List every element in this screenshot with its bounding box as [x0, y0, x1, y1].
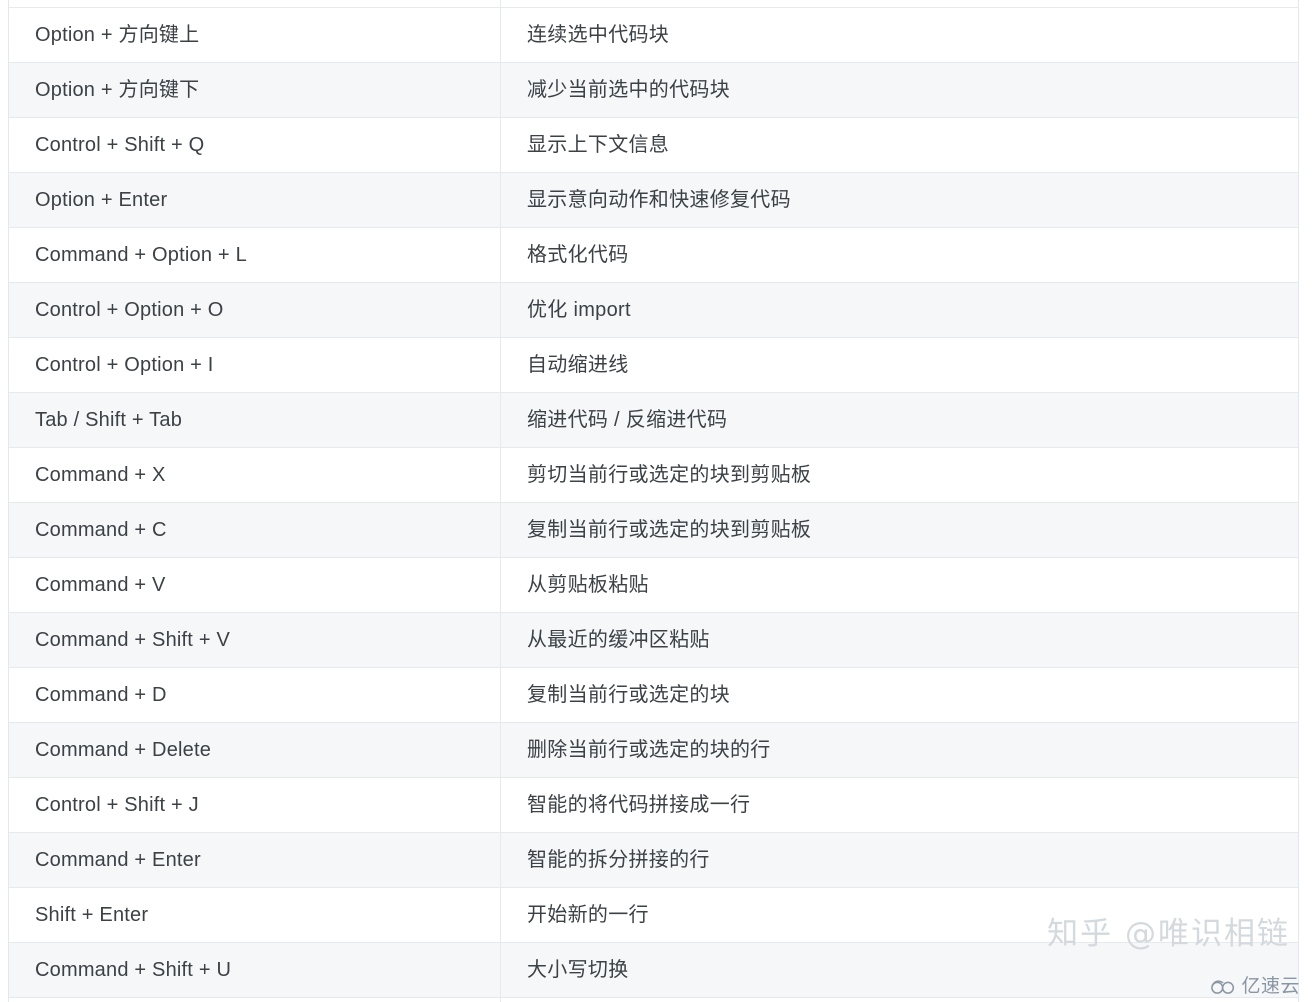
shortcut-desc-cell: 连续选中代码块 — [500, 7, 1299, 63]
shortcut-key-cell: Command + V — [8, 557, 501, 613]
shortcut-key-cell: Command + X — [8, 447, 501, 503]
table-row: Command + C 复制当前行或选定的块到剪贴板 — [8, 502, 1299, 558]
shortcut-key-cell: Command + Shift + U — [8, 942, 501, 998]
shortcut-key-cell: Command + Shift + V — [8, 612, 501, 668]
table-row: Command + V 从剪贴板粘贴 — [8, 557, 1299, 613]
shortcut-table: Option + 方向键上 连续选中代码块 Option + 方向键上 连续选中… — [8, 0, 1299, 1002]
shortcut-desc-cell: 减少当前选中的代码块 — [500, 62, 1299, 118]
table-row: Option + 方向键下 减少当前选中的代码块 — [8, 62, 1299, 118]
shortcut-desc-cell: 从剪贴板粘贴 — [500, 557, 1299, 613]
shortcut-key-cell: Command + Delete — [8, 722, 501, 778]
table-row: Command + Enter 智能的拆分拼接的行 — [8, 832, 1299, 888]
table-row: Option + 方向键上 连续选中代码块 — [8, 0, 1299, 8]
shortcut-key-cell: Option + 方向键上 — [8, 7, 501, 63]
shortcut-key-cell: Command + Enter — [8, 832, 501, 888]
shortcut-key-cell: Command + D — [8, 667, 501, 723]
table-row: Command + Shift + U 大小写切换 — [8, 942, 1299, 998]
table-row: Option + 方向键上 连续选中代码块 — [8, 7, 1299, 63]
shortcut-key-cell: Control + Shift + J — [8, 777, 501, 833]
table-row: Tab / Shift + Tab 缩进代码 / 反缩进代码 — [8, 392, 1299, 448]
shortcut-desc-cell: 缩进代码 / 反缩进代码 — [500, 392, 1299, 448]
shortcut-desc-cell: 显示意向动作和快速修复代码 — [500, 172, 1299, 228]
shortcut-key-cell: Option + 方向键下 — [8, 62, 501, 118]
shortcut-desc-cell: 开始新的一行 — [500, 887, 1299, 943]
shortcut-desc-cell: 大小写切换 — [500, 942, 1299, 998]
shortcut-table-body: Option + 方向键上 连续选中代码块 Option + 方向键上 连续选中… — [8, 0, 1299, 1002]
shortcut-key-cell — [8, 997, 501, 1002]
shortcut-desc-cell: 优化 import — [500, 282, 1299, 338]
shortcut-key-cell: Command + Option + L — [8, 227, 501, 283]
table-row: Command + Option + L 格式化代码 — [8, 227, 1299, 283]
shortcut-key-cell: Control + Option + O — [8, 282, 501, 338]
table-row: Control + Option + I 自动缩进线 — [8, 337, 1299, 393]
table-row: Shift + Enter 开始新的一行 — [8, 887, 1299, 943]
shortcut-key-cell: Control + Option + I — [8, 337, 501, 393]
shortcut-desc-cell: 复制当前行或选定的块到剪贴板 — [500, 502, 1299, 558]
table-row: Command + Shift + V 从最近的缓冲区粘贴 — [8, 612, 1299, 668]
shortcut-desc-cell: 格式化代码 — [500, 227, 1299, 283]
shortcut-key-cell: Control + Shift + Q — [8, 117, 501, 173]
table-row: Option + Enter 显示意向动作和快速修复代码 — [8, 172, 1299, 228]
shortcut-desc-cell: 智能的拆分拼接的行 — [500, 832, 1299, 888]
table-row: Command + Delete 删除当前行或选定的块的行 — [8, 722, 1299, 778]
shortcut-desc-cell: 剪切当前行或选定的块到剪贴板 — [500, 447, 1299, 503]
table-row — [8, 997, 1299, 1002]
shortcut-table-container: Option + 方向键上 连续选中代码块 Option + 方向键上 连续选中… — [8, 0, 1299, 1002]
table-row: Control + Shift + Q 显示上下文信息 — [8, 117, 1299, 173]
shortcut-key-cell: Command + C — [8, 502, 501, 558]
shortcut-desc-cell: 复制当前行或选定的块 — [500, 667, 1299, 723]
shortcut-desc-cell — [500, 997, 1299, 1002]
table-row: Control + Option + O 优化 import — [8, 282, 1299, 338]
table-row: Control + Shift + J 智能的将代码拼接成一行 — [8, 777, 1299, 833]
shortcut-key-cell: Tab / Shift + Tab — [8, 392, 501, 448]
shortcut-key-cell: Option + Enter — [8, 172, 501, 228]
table-row: Command + D 复制当前行或选定的块 — [8, 667, 1299, 723]
shortcut-desc-cell: 删除当前行或选定的块的行 — [500, 722, 1299, 778]
shortcut-desc-cell: 连续选中代码块 — [500, 0, 1299, 8]
shortcut-desc-cell: 智能的将代码拼接成一行 — [500, 777, 1299, 833]
shortcut-key-cell: Shift + Enter — [8, 887, 501, 943]
shortcut-desc-cell: 自动缩进线 — [500, 337, 1299, 393]
table-row: Command + X 剪切当前行或选定的块到剪贴板 — [8, 447, 1299, 503]
shortcut-desc-cell: 显示上下文信息 — [500, 117, 1299, 173]
shortcut-key-cell: Option + 方向键上 — [8, 0, 501, 8]
page-root: Option + 方向键上 连续选中代码块 Option + 方向键上 连续选中… — [0, 0, 1312, 1002]
shortcut-desc-cell: 从最近的缓冲区粘贴 — [500, 612, 1299, 668]
